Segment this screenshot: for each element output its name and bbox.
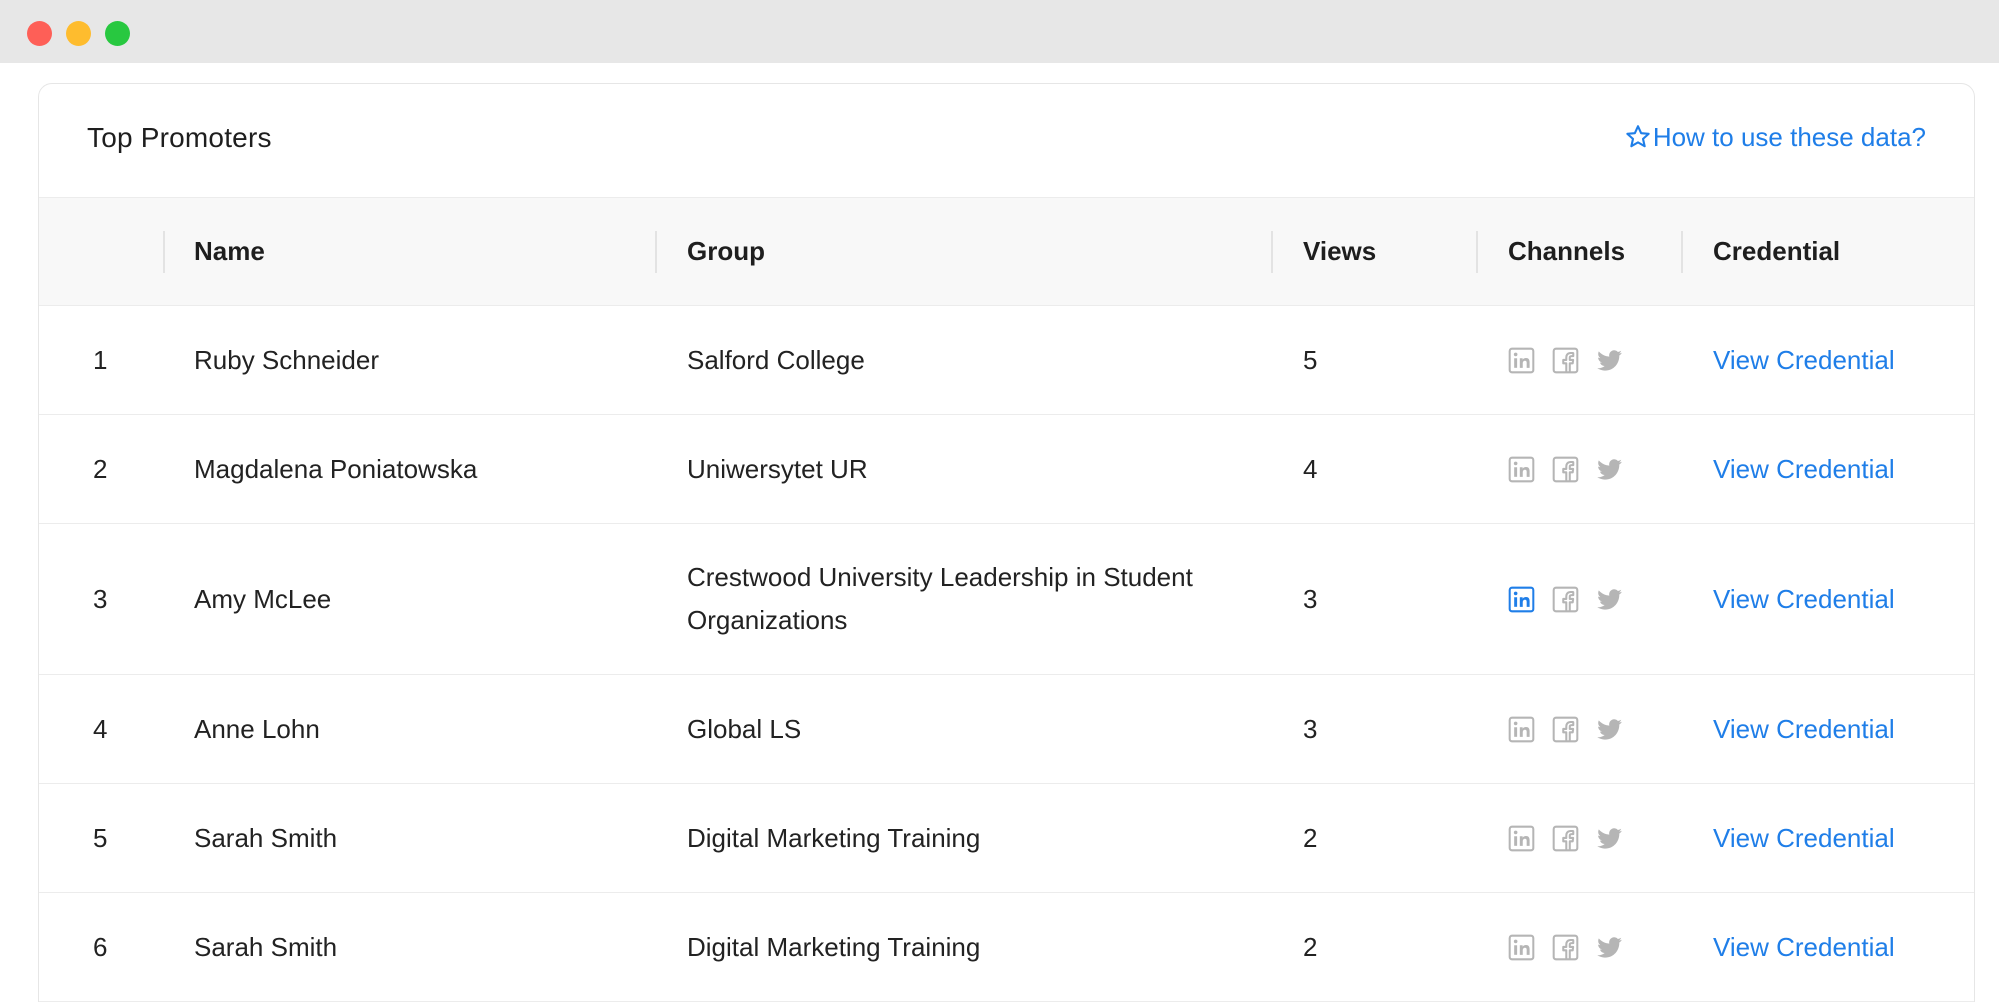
column-header-credential[interactable]: Credential xyxy=(1713,198,1840,305)
channel-icons xyxy=(1508,716,1623,743)
column-divider xyxy=(1271,231,1273,273)
table-row: 1 Ruby Schneider Salford College 5 View … xyxy=(39,306,1974,415)
channel-icons xyxy=(1508,934,1623,961)
facebook-icon[interactable] xyxy=(1552,825,1579,852)
column-divider xyxy=(1476,231,1478,273)
linkedin-icon[interactable] xyxy=(1508,456,1535,483)
view-credential-link[interactable]: View Credential xyxy=(1713,454,1895,485)
channel-icons xyxy=(1508,586,1623,613)
name-cell: Sarah Smith xyxy=(194,822,338,853)
view-credential-link[interactable]: View Credential xyxy=(1713,584,1895,615)
channel-icons xyxy=(1508,347,1623,374)
facebook-icon[interactable] xyxy=(1552,586,1579,613)
table-row: 5 Sarah Smith Digital Marketing Training… xyxy=(39,784,1974,893)
credential-cell: View Credential xyxy=(1713,415,1895,523)
view-credential-link[interactable]: View Credential xyxy=(1713,345,1895,376)
column-divider xyxy=(163,231,165,273)
rank-cell: 6 xyxy=(93,931,108,962)
channels-cell xyxy=(1508,306,1623,414)
channel-icons xyxy=(1508,825,1623,852)
channels-cell xyxy=(1508,893,1623,1001)
name-cell: Ruby Schneider xyxy=(194,344,379,375)
table-row: 6 Sarah Smith Digital Marketing Training… xyxy=(39,893,1974,1002)
twitter-icon[interactable] xyxy=(1596,456,1623,483)
table-header: Name Group Views Channels Credential xyxy=(39,197,1974,306)
group-cell: Digital Marketing Training xyxy=(687,893,1247,1001)
linkedin-icon[interactable] xyxy=(1508,586,1535,613)
window-minimize-button[interactable] xyxy=(66,21,91,46)
twitter-icon[interactable] xyxy=(1596,934,1623,961)
twitter-icon[interactable] xyxy=(1596,586,1623,613)
rank-cell: 3 xyxy=(93,583,108,614)
group-cell: Digital Marketing Training xyxy=(687,784,1247,892)
name-cell: Amy McLee xyxy=(194,583,332,614)
views-cell: 5 xyxy=(1303,344,1318,375)
column-header-name[interactable]: Name xyxy=(194,198,265,305)
rank-cell: 4 xyxy=(93,713,108,744)
table-row: 3 Amy McLee Crestwood University Leaders… xyxy=(39,524,1974,675)
group-text: Salford College xyxy=(687,344,865,375)
facebook-icon[interactable] xyxy=(1552,456,1579,483)
group-text: Uniwersytet UR xyxy=(687,453,868,484)
credential-cell: View Credential xyxy=(1713,524,1895,674)
column-header-views[interactable]: Views xyxy=(1303,198,1376,305)
channel-icons xyxy=(1508,456,1623,483)
facebook-icon[interactable] xyxy=(1552,347,1579,374)
card-title: Top Promoters xyxy=(87,122,272,153)
view-credential-link[interactable]: View Credential xyxy=(1713,823,1895,854)
window-titlebar xyxy=(0,0,1999,63)
help-link-label: How to use these data? xyxy=(1652,122,1926,152)
card-header: Top Promoters How to use these data? xyxy=(39,84,1974,197)
top-promoters-card: Top Promoters How to use these data? Nam… xyxy=(38,83,1975,1002)
group-cell: Crestwood University Leadership in Stude… xyxy=(687,524,1247,674)
name-cell: Sarah Smith xyxy=(194,931,338,962)
column-header-group[interactable]: Group xyxy=(687,198,765,305)
credential-cell: View Credential xyxy=(1713,784,1895,892)
twitter-icon[interactable] xyxy=(1596,825,1623,852)
credential-cell: View Credential xyxy=(1713,306,1895,414)
channels-cell xyxy=(1508,415,1623,523)
channels-cell xyxy=(1508,675,1623,783)
group-cell: Global LS xyxy=(687,675,1247,783)
views-cell: 4 xyxy=(1303,453,1318,484)
group-text: Global LS xyxy=(687,713,802,744)
group-cell: Salford College xyxy=(687,306,1247,414)
channels-cell xyxy=(1508,524,1623,674)
column-header-channels[interactable]: Channels xyxy=(1508,198,1625,305)
linkedin-icon[interactable] xyxy=(1508,716,1535,743)
linkedin-icon[interactable] xyxy=(1508,347,1535,374)
window-close-button[interactable] xyxy=(27,21,52,46)
linkedin-icon[interactable] xyxy=(1508,934,1535,961)
rank-cell: 2 xyxy=(93,453,108,484)
view-credential-link[interactable]: View Credential xyxy=(1713,932,1895,963)
rank-cell: 1 xyxy=(93,344,108,375)
twitter-icon[interactable] xyxy=(1596,716,1623,743)
facebook-icon[interactable] xyxy=(1552,934,1579,961)
views-cell: 3 xyxy=(1303,583,1318,614)
star-icon xyxy=(1626,124,1650,147)
facebook-icon[interactable] xyxy=(1552,716,1579,743)
name-cell: Anne Lohn xyxy=(194,713,320,744)
views-cell: 2 xyxy=(1303,822,1318,853)
group-text: Digital Marketing Training xyxy=(687,822,981,853)
view-credential-link[interactable]: View Credential xyxy=(1713,714,1895,745)
table-row: 4 Anne Lohn Global LS 3 View Credential xyxy=(39,675,1974,784)
credential-cell: View Credential xyxy=(1713,893,1895,1001)
twitter-icon[interactable] xyxy=(1596,347,1623,374)
column-divider xyxy=(1681,231,1683,273)
table-row: 2 Magdalena Poniatowska Uniwersytet UR 4… xyxy=(39,415,1974,524)
group-text: Crestwood University Leadership in Stude… xyxy=(687,562,1193,635)
rank-cell: 5 xyxy=(93,822,108,853)
group-text: Digital Marketing Training xyxy=(687,931,981,962)
window-maximize-button[interactable] xyxy=(105,21,130,46)
channels-cell xyxy=(1508,784,1623,892)
views-cell: 2 xyxy=(1303,931,1318,962)
group-cell: Uniwersytet UR xyxy=(687,415,1247,523)
credential-cell: View Credential xyxy=(1713,675,1895,783)
how-to-use-data-link[interactable]: How to use these data? xyxy=(1624,122,1926,153)
column-divider xyxy=(655,231,657,273)
linkedin-icon[interactable] xyxy=(1508,825,1535,852)
name-cell: Magdalena Poniatowska xyxy=(194,453,478,484)
views-cell: 3 xyxy=(1303,713,1318,744)
